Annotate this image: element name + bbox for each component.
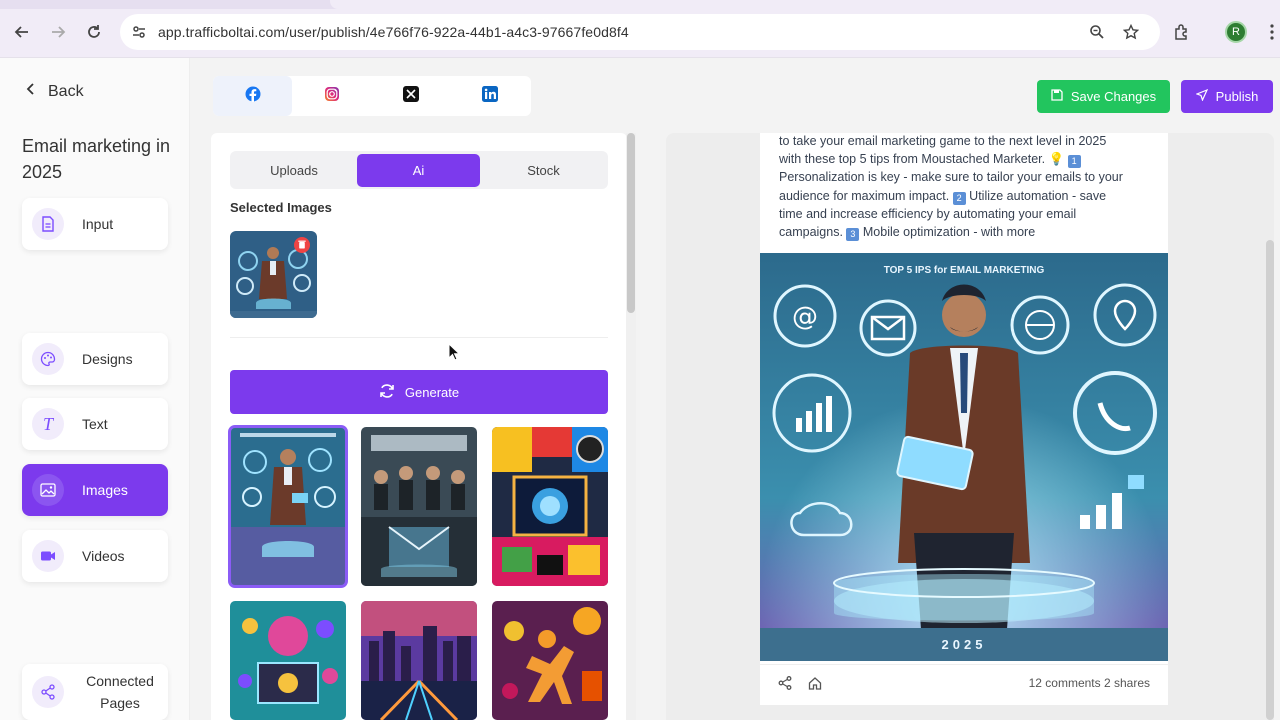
url-text[interactable]: app.trafficboltai.com/user/publish/4e766…	[158, 24, 629, 40]
sidebar-item-label: Input	[82, 216, 114, 232]
mouse-cursor	[448, 342, 461, 361]
send-icon	[1195, 88, 1208, 104]
refresh-icon	[379, 383, 395, 402]
caption-line: Personalization is key - make sure to ta…	[779, 170, 1123, 185]
tab-ai[interactable]: Ai	[357, 154, 480, 187]
generated-image-1[interactable]	[228, 425, 348, 588]
tab-uploads[interactable]: Uploads	[233, 154, 355, 187]
project-title: Email marketing in 2025	[22, 136, 171, 182]
forward-arrow-icon[interactable]	[46, 20, 70, 44]
sidebar-item-label: Videos	[82, 548, 125, 564]
image-title-text: TOP 5 IPS for EMAIL MARKETING	[884, 265, 1045, 276]
generated-image-3[interactable]	[492, 427, 608, 586]
chevron-left-icon	[26, 82, 36, 101]
browser-chrome: app.trafficboltai.com/user/publish/4e766…	[0, 0, 1280, 58]
share-icon[interactable]	[778, 676, 792, 695]
keycap-one-icon: 1	[1067, 155, 1081, 169]
text-icon: T	[32, 408, 64, 440]
post-footer: 12 comments 2 shares	[760, 664, 1168, 704]
caption-line: time and increase efficiency by automati…	[779, 206, 1077, 221]
generate-button[interactable]: Generate	[230, 370, 608, 414]
instagram-icon	[324, 86, 340, 107]
sidebar-item-label: Images	[82, 482, 128, 498]
tab-facebook[interactable]	[213, 76, 292, 116]
save-changes-button[interactable]: Save Changes	[1037, 80, 1170, 113]
caption-text: with these top 5 tips from Moustached Ma…	[779, 152, 1049, 167]
sidebar-item-images[interactable]: Images	[22, 464, 168, 516]
lightbulb-emoji-icon: 💡	[1048, 152, 1065, 167]
sidebar-item-input[interactable]: Input	[22, 198, 168, 250]
linkedin-icon	[481, 85, 498, 107]
publish-label: Publish	[1215, 89, 1259, 104]
back-link[interactable]: Back	[26, 82, 84, 101]
caption-text: campaigns.	[779, 225, 847, 240]
caption-line: to take your email marketing game to the…	[779, 134, 1107, 148]
x-logo-icon	[402, 85, 419, 107]
bookmark-star-icon[interactable]	[1121, 22, 1141, 42]
sidebar-item-label: Connected Pages	[86, 673, 154, 711]
caption-line: audience for maximum impact. 2 Utilize a…	[779, 187, 1151, 205]
video-icon	[32, 540, 64, 572]
panel-scrollbar-thumb[interactable]	[627, 133, 635, 313]
generated-image-4[interactable]	[230, 601, 346, 720]
svg-text:@: @	[792, 302, 818, 332]
sidebar-item-videos[interactable]: Videos	[22, 530, 168, 582]
post-image: TOP 5 IPS for EMAIL MARKETING @ 2025	[760, 253, 1168, 661]
keycap-three-icon: 3	[846, 228, 860, 242]
home-icon[interactable]	[808, 676, 822, 695]
generated-image-6[interactable]	[492, 601, 608, 720]
publish-button[interactable]: Publish	[1181, 80, 1273, 113]
back-arrow-icon[interactable]	[10, 20, 34, 44]
image-source-tabs: Uploads Ai Stock	[230, 151, 608, 189]
reload-icon[interactable]	[82, 20, 106, 44]
social-platform-tabs	[213, 76, 531, 116]
sidebar-item-label: Designs	[82, 351, 133, 367]
section-divider	[230, 337, 608, 338]
delete-selected-button[interactable]	[294, 237, 310, 253]
sidebar-item-designs[interactable]: Designs	[22, 333, 168, 385]
active-tab[interactable]	[330, 0, 1280, 9]
caption-text: audience for maximum impact.	[779, 188, 953, 203]
selected-images-heading: Selected Images	[230, 200, 332, 215]
tab-x[interactable]	[371, 76, 450, 116]
save-icon	[1051, 89, 1063, 104]
generate-label: Generate	[404, 384, 460, 400]
caption-line: campaigns. 3 Mobile optimization - with …	[779, 223, 1151, 242]
caption-text: Utilize automation - save	[965, 188, 1107, 203]
zoom-icon[interactable]	[1087, 22, 1107, 42]
image-icon	[32, 474, 64, 506]
sidebar-item-label: Text	[82, 416, 108, 432]
palette-icon	[32, 343, 64, 375]
tab-linkedin[interactable]	[450, 76, 529, 116]
tab-instagram[interactable]	[292, 76, 371, 116]
caption-text: Mobile optimization - with more	[859, 225, 1036, 240]
facebook-icon	[245, 86, 261, 107]
sidebar-item-text[interactable]: T Text	[22, 398, 168, 450]
trash-icon	[298, 236, 306, 254]
document-icon	[32, 208, 64, 240]
address-bar[interactable]: app.trafficboltai.com/user/publish/4e766…	[120, 14, 1160, 50]
preview-scrollbar[interactable]	[1266, 240, 1274, 720]
menu-dots-icon[interactable]	[1260, 20, 1280, 44]
save-label: Save Changes	[1070, 89, 1157, 104]
share-icon	[32, 676, 64, 708]
tab-strip	[0, 0, 1280, 9]
engagement-stats: 12 comments 2 shares	[1028, 676, 1150, 690]
keycap-two-icon: 2	[952, 191, 966, 205]
sidebar-item-connected-pages[interactable]: Connected Pages	[22, 664, 168, 720]
image-year-text: 2025	[942, 637, 987, 652]
tab-stock[interactable]: Stock	[482, 154, 605, 187]
generated-image-2[interactable]	[361, 427, 477, 586]
back-label: Back	[48, 82, 84, 100]
caption-line: with these top 5 tips from Moustached Ma…	[779, 150, 1151, 169]
extensions-icon[interactable]	[1170, 20, 1194, 44]
profile-avatar[interactable]: R	[1225, 21, 1247, 43]
site-info-icon[interactable]	[129, 22, 149, 42]
generated-image-5[interactable]	[361, 601, 477, 720]
post-caption: to take your email marketing game to the…	[779, 132, 1151, 242]
